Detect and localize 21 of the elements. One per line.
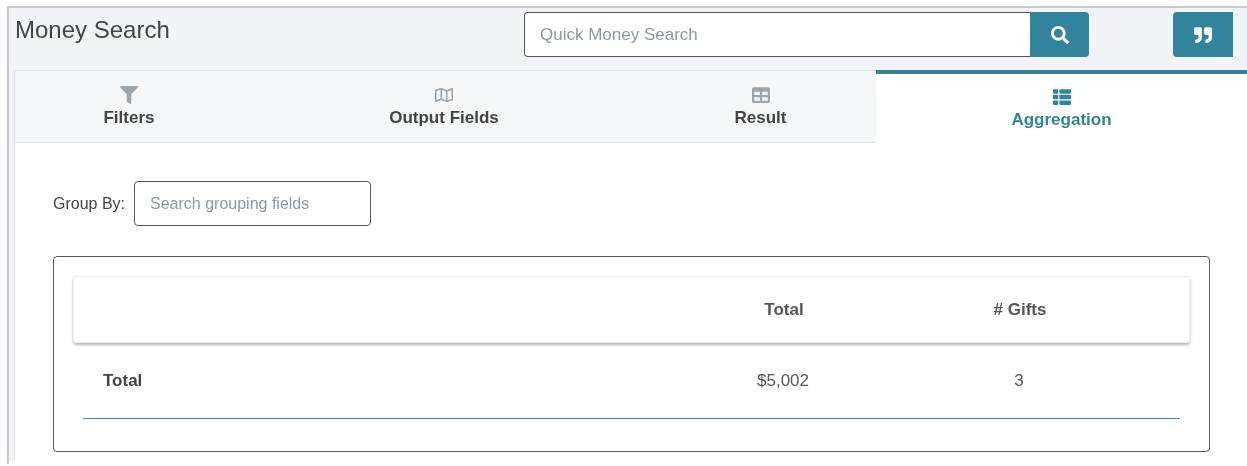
- tab[interactable]: Aggregation: [876, 70, 1247, 143]
- search-button[interactable]: [1030, 12, 1089, 57]
- table-icon: [751, 85, 770, 104]
- group-by-label: Group By:: [53, 194, 126, 213]
- column-header: Total: [764, 299, 804, 320]
- grouping-search-field[interactable]: Search grouping fields: [134, 181, 372, 226]
- table-cell: 3: [1014, 370, 1024, 391]
- quote-button[interactable]: [1173, 12, 1233, 57]
- map-icon: [435, 85, 453, 104]
- filter-icon: [120, 85, 138, 104]
- tab[interactable]: Output Fields: [243, 70, 645, 143]
- tab[interactable]: Filters: [14, 70, 243, 143]
- page-title: Money Search: [15, 16, 171, 44]
- quote-icon: [1194, 25, 1212, 44]
- search-field[interactable]: Quick Money Search: [524, 12, 1030, 57]
- search-icon: [1050, 25, 1069, 44]
- list-icon: [1052, 87, 1071, 106]
- tab[interactable]: Result: [645, 70, 876, 143]
- table-cell: $5,002: [757, 370, 809, 391]
- row-label: Total: [102, 370, 144, 391]
- column-header: # Gifts: [993, 299, 1047, 320]
